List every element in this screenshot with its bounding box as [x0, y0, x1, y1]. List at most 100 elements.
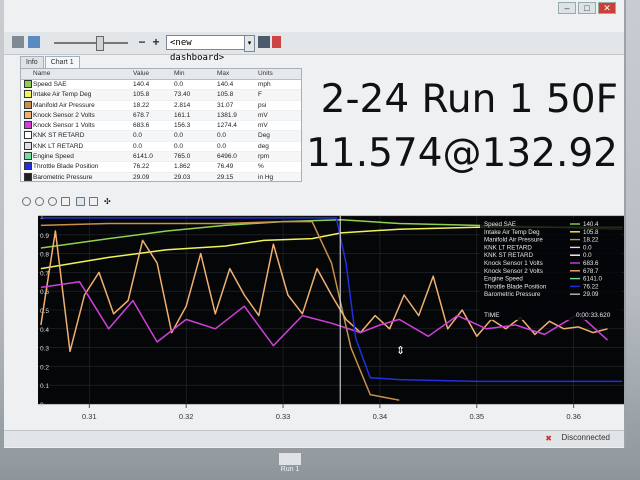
zoom-fit-icon[interactable] — [48, 197, 57, 206]
legend-value: 105.8 — [583, 229, 599, 236]
legend-time-value: 0:00:33.620 — [576, 312, 611, 319]
legend-name: Throttle Blade Position — [484, 283, 547, 290]
main-toolbar: − + <new dashboard> ▾ — [4, 32, 624, 63]
maximize-button[interactable]: □ — [578, 2, 596, 14]
x-tick-label: 0.32 — [179, 412, 194, 421]
chart-svg[interactable]: 10.90.80.70.60.50.40.30.20.100.31 0.32 0.3… — [26, 212, 624, 426]
zoom-out-button[interactable]: − — [136, 35, 148, 49]
grid-row[interactable]: Knock Sensor 2 Volts 678.7 161.1 1381.9 mV — [21, 110, 301, 122]
minimize-button[interactable]: – — [558, 2, 576, 14]
series-swatch — [24, 141, 32, 150]
grid-body: Speed SAE 140.4 0.0 140.4 mph Intake Air Temp… — [21, 80, 301, 181]
param-units: rpm — [258, 153, 270, 161]
legend-value: 140.4 — [583, 221, 599, 228]
x-tick-label: 0.33 — [276, 412, 291, 421]
zoom-out-icon[interactable] — [35, 197, 44, 206]
tab-info[interactable]: Info — [20, 56, 44, 68]
param-name: Intake Air Temp Deg — [33, 91, 92, 99]
chart-area: 1 0.9 0.8 0.7 0.6 0.5 0.4 0.3 0.2 0.1 0 0.31 0.32 0.3… — [26, 212, 624, 426]
param-value: 18.22 — [133, 101, 150, 109]
x-axis-band — [26, 404, 624, 426]
grid-row[interactable]: Engine Speed 6141.0 765.0 6496.0 rpm — [21, 152, 301, 163]
y-tick-label: 0.8 — [40, 252, 49, 259]
param-min: 0.0 — [174, 132, 184, 140]
param-value: 0.0 — [133, 132, 143, 140]
waveform-icon[interactable] — [61, 197, 70, 206]
grid-row[interactable]: Throttle Blade Position 76.22 1.862 76.49% — [21, 162, 301, 173]
cursor-icon[interactable] — [76, 197, 85, 206]
delete-icon[interactable] — [272, 36, 281, 48]
param-units: psi — [258, 101, 267, 109]
param-name: Knock Sensor 2 Volts — [33, 111, 95, 119]
series-swatch — [24, 100, 32, 109]
param-max: 0.0 — [217, 142, 227, 150]
zoom-slider-thumb[interactable] — [96, 36, 104, 51]
disconnected-icon: ✖ — [545, 434, 552, 443]
legend-value: 0.0 — [583, 252, 592, 259]
param-max: 1274.4 — [217, 122, 237, 130]
param-units: F — [258, 91, 262, 99]
tab-chart-1[interactable]: Chart 1 — [44, 56, 80, 68]
param-name: Barometric Pressure — [33, 173, 93, 181]
text-icon[interactable] — [89, 197, 98, 206]
grid-row[interactable]: Barometric Pressure 29.09 29.03 29.15 in Hg — [21, 172, 301, 181]
param-min: 2.814 — [174, 101, 191, 109]
save-icon[interactable] — [258, 36, 270, 48]
param-name: KNK ST RETARD — [33, 132, 85, 140]
grid-row[interactable]: KNK ST RETARD 0.0 0.0 0.0 Deg — [21, 131, 301, 142]
series-swatch — [24, 152, 32, 161]
y-tick-label: 0.2 — [40, 364, 49, 371]
param-min: 0.0 — [174, 142, 184, 150]
crosshair-icon[interactable]: ✣ — [104, 197, 113, 206]
header-max[interactable]: Max — [217, 69, 229, 79]
app-window: – □ ✕ − + <new dashboard> ▾ Info Chart 1… — [4, 0, 626, 448]
series-swatch — [24, 131, 32, 140]
legend-name: Intake Air Temp Deg — [484, 229, 540, 236]
legend-name: Barometric Pressure — [484, 291, 541, 298]
desktop-file-label: Run 1 — [280, 466, 300, 473]
toolbar-icon-2[interactable] — [28, 36, 40, 48]
param-name: Knock Sensor 1 Volts — [33, 122, 95, 130]
header-value[interactable]: Value — [133, 69, 149, 79]
grid-row[interactable]: Speed SAE 140.4 0.0 140.4 mph — [21, 80, 301, 91]
grid-row[interactable]: Knock Sensor 1 Volts 683.6 156.3 1274.4 mV — [21, 121, 301, 132]
x-tick-label: 0.36 — [566, 412, 581, 421]
param-min: 29.03 — [174, 173, 191, 181]
y-tick-label: 0.4 — [40, 327, 49, 334]
grid-row[interactable]: Intake Air Temp Deg 105.8 73.40 105.8 F — [21, 90, 301, 101]
grid-row[interactable]: Manifold Air Pressure 18.22 2.814 31.07 psi — [21, 100, 301, 111]
legend-value: 6141.0 — [583, 276, 602, 283]
series-swatch — [24, 110, 32, 119]
y-tick-label: 0 — [40, 402, 44, 409]
param-max: 1381.9 — [217, 111, 237, 119]
toolbar-icon-1[interactable] — [12, 36, 24, 48]
zoom-in-button[interactable]: + — [150, 35, 162, 49]
param-units: mV — [258, 122, 268, 130]
window-controls: – □ ✕ — [558, 2, 616, 14]
legend-name: Engine Speed — [484, 276, 523, 283]
zoom-in-icon[interactable] — [22, 197, 31, 206]
param-value: 76.22 — [133, 163, 150, 171]
grid-row[interactable]: KNK LT RETARD 0.0 0.0 0.0 deg — [21, 141, 301, 153]
desktop-file-icon[interactable]: Run 1 — [272, 452, 308, 474]
y-tick-label: 0.9 — [40, 233, 49, 240]
param-name: Manifold Air Pressure — [33, 101, 95, 109]
chevron-down-icon[interactable]: ▾ — [244, 35, 255, 52]
monitor-screen: – □ ✕ − + <new dashboard> ▾ Info Chart 1… — [0, 0, 640, 480]
param-units: deg — [258, 142, 269, 150]
zoom-slider-track[interactable] — [54, 42, 128, 44]
close-button[interactable]: ✕ — [598, 2, 616, 14]
header-units[interactable]: Units — [258, 69, 273, 79]
param-max: 140.4 — [217, 81, 234, 88]
x-tick-label: 0.31 — [82, 412, 97, 421]
y-tick-label: 0.6 — [40, 289, 49, 296]
y-tick-label: 0.1 — [40, 383, 49, 390]
param-value: 29.09 — [133, 173, 150, 181]
legend-value: 683.6 — [583, 260, 599, 267]
status-bar: ✖ Disconnected — [4, 430, 624, 447]
dashboard-select[interactable]: <new dashboard> — [166, 35, 252, 63]
header-name[interactable]: Name — [33, 69, 50, 79]
grid-header: Name Value Min Max Units — [21, 69, 301, 80]
header-min[interactable]: Min — [174, 69, 184, 79]
legend-name: Speed SAE — [484, 221, 516, 228]
